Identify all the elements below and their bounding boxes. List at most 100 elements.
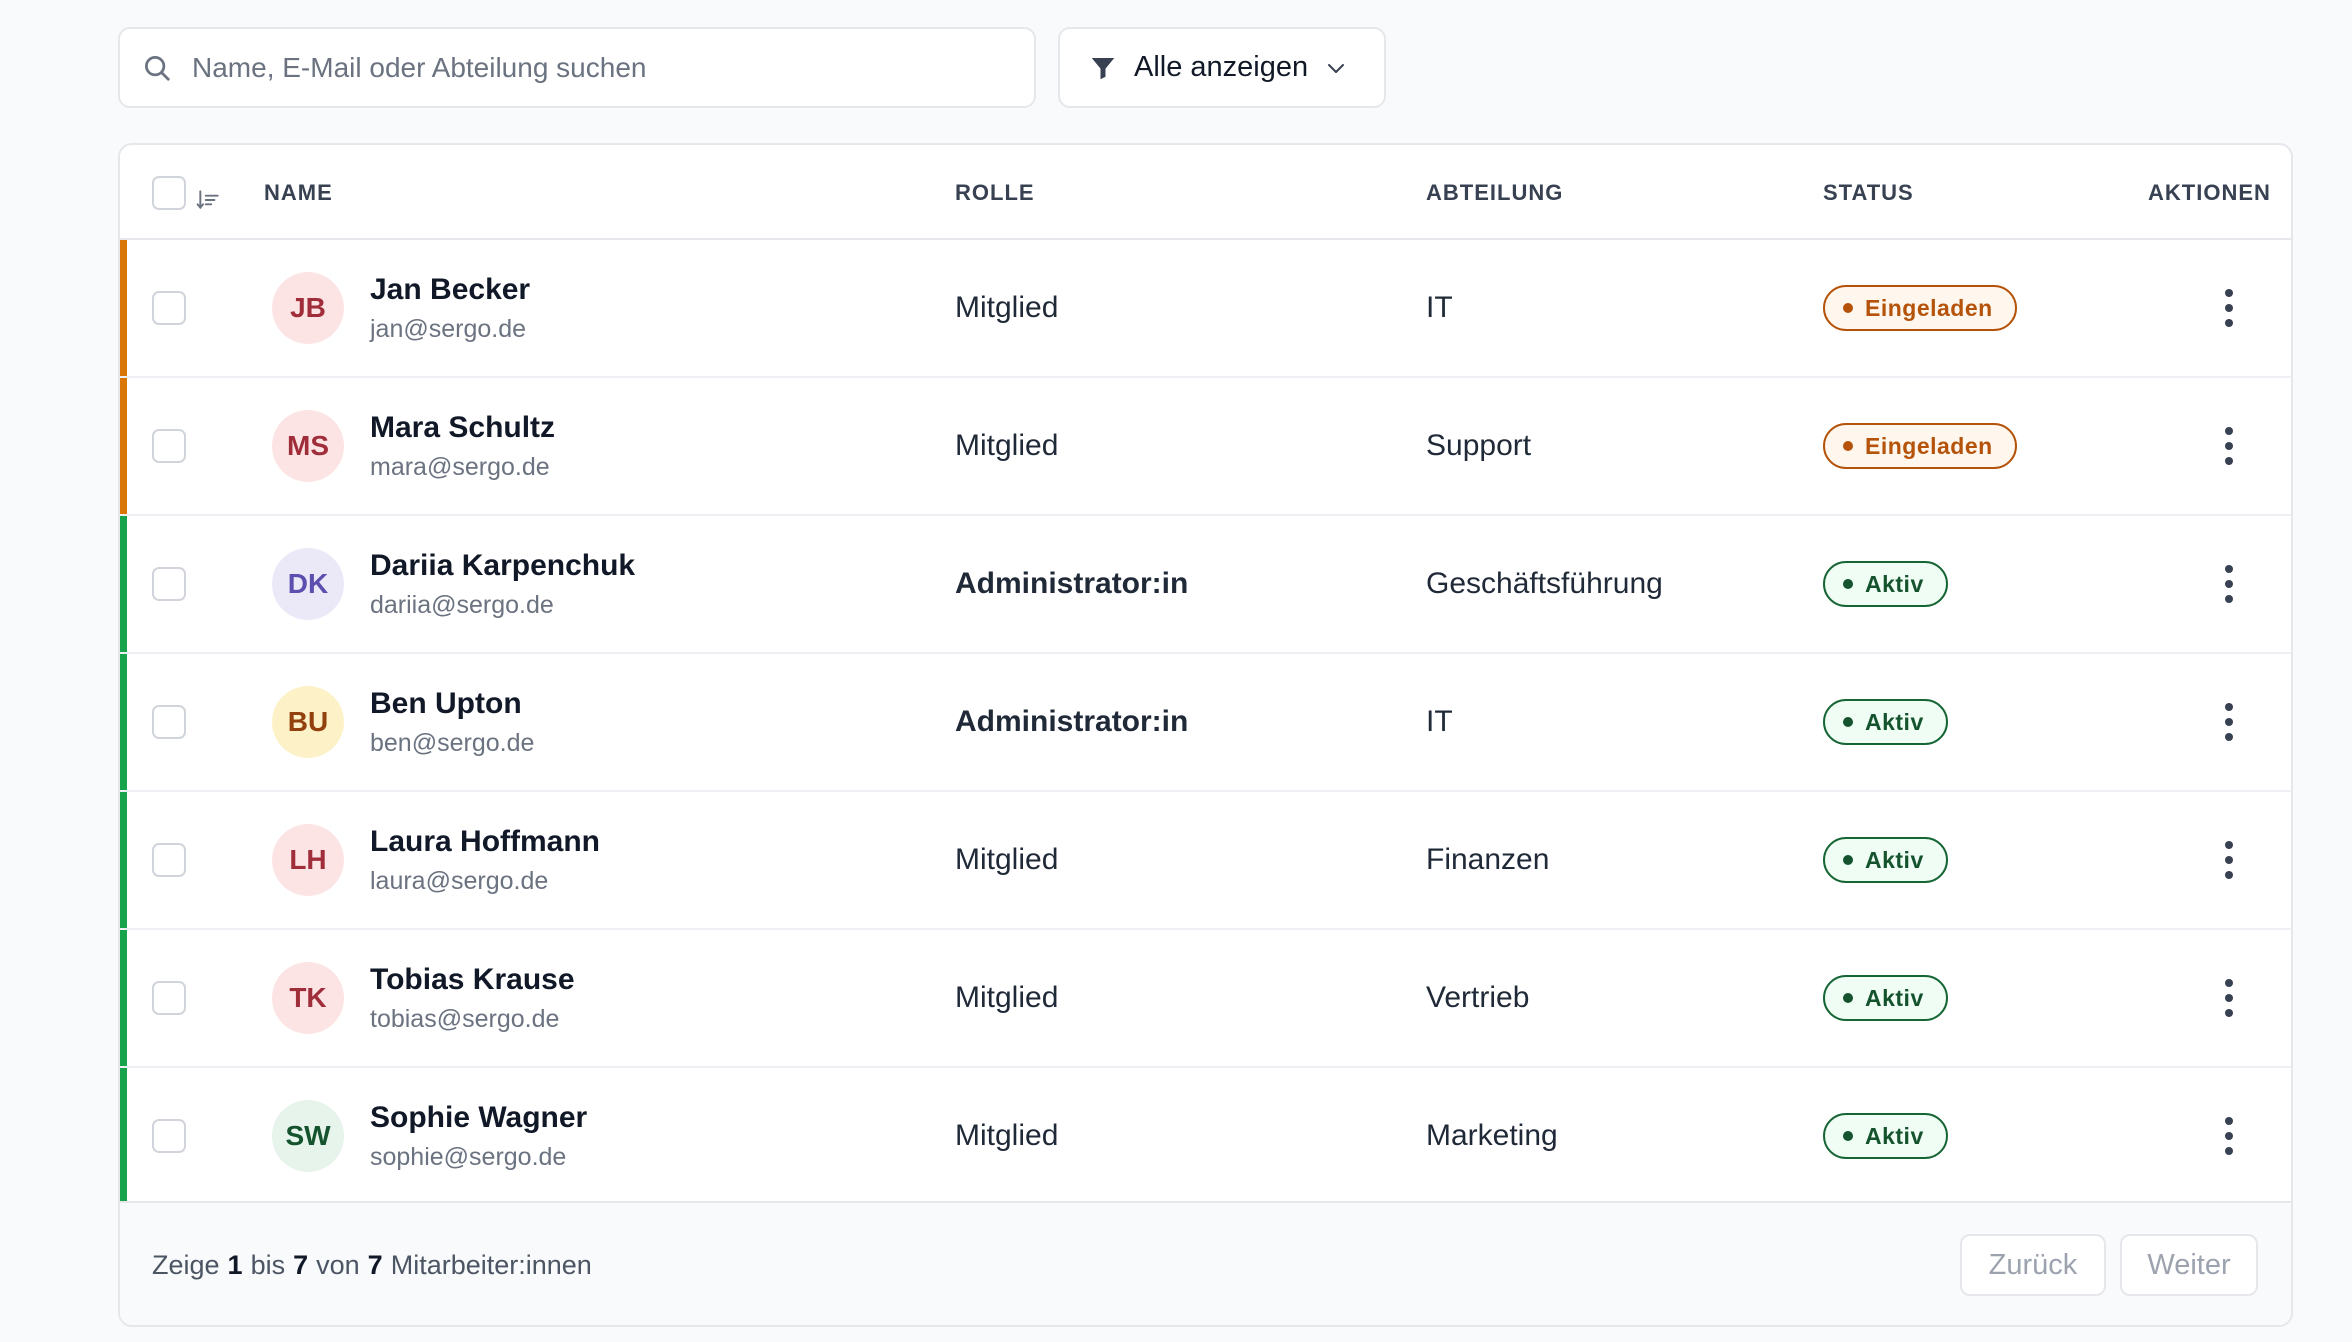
employee-role: Mitglied — [955, 1119, 1059, 1152]
employee-name: Sophie Wagner — [370, 1100, 588, 1134]
summary-to-word: bis — [250, 1249, 286, 1280]
row-checkbox[interactable] — [152, 705, 186, 739]
pagination-summary: Zeige 1 bis 7 von 7 Mitarbeiter:innen — [152, 1203, 592, 1325]
status-badge: Aktiv — [1823, 975, 1948, 1021]
employee-department: IT — [1426, 705, 1453, 738]
status-accent-bar — [120, 516, 127, 652]
avatar: DK — [272, 548, 344, 620]
select-all-checkbox[interactable] — [152, 175, 186, 210]
avatar: MS — [272, 410, 344, 482]
table-body: JB Jan Becker jan@sergo.de Mitglied IT E… — [120, 240, 2291, 1206]
filter-button[interactable]: Alle anzeigen — [1058, 27, 1386, 108]
row-checkbox[interactable] — [152, 291, 186, 325]
employee-name: Dariia Karpenchuk — [370, 548, 636, 582]
avatar: LH — [272, 824, 344, 896]
employee-email: laura@sergo.de — [370, 866, 549, 895]
sort-icon[interactable] — [196, 187, 222, 213]
status-accent-bar — [120, 378, 127, 514]
more-actions-icon[interactable] — [2209, 1106, 2249, 1166]
search-input[interactable] — [192, 51, 1012, 84]
filter-icon — [1091, 57, 1115, 79]
more-actions-icon[interactable] — [2209, 554, 2249, 614]
avatar: JB — [272, 272, 344, 344]
more-actions-icon[interactable] — [2209, 278, 2249, 338]
status-accent-bar — [120, 792, 127, 928]
header-status[interactable]: STATUS — [1823, 145, 1914, 240]
more-actions-icon[interactable] — [2209, 416, 2249, 476]
avatar: TK — [272, 962, 344, 1034]
header-role[interactable]: ROLLE — [955, 145, 1035, 240]
status-dot-icon — [1843, 579, 1853, 589]
table-header: NAME ROLLE ABTEILUNG STATUS AKTIONEN — [120, 145, 2291, 240]
employee-name: Jan Becker — [370, 272, 531, 306]
row-checkbox[interactable] — [152, 1119, 186, 1153]
employee-role: Administrator:in — [955, 705, 1189, 738]
employee-name: Laura Hoffmann — [370, 824, 601, 858]
table-row[interactable]: TK Tobias Krause tobias@sergo.de Mitglie… — [120, 930, 2291, 1068]
employee-role: Mitglied — [955, 429, 1059, 462]
select-all-cell — [152, 145, 222, 240]
employee-role: Administrator:in — [955, 567, 1189, 600]
status-badge: Aktiv — [1823, 1113, 1948, 1159]
table-row[interactable]: MS Mara Schultz mara@sergo.de Mitglied S… — [120, 378, 2291, 516]
employee-name: Tobias Krause — [370, 962, 575, 996]
employee-department: Support — [1426, 429, 1532, 462]
toolbar: Alle anzeigen — [118, 27, 1386, 108]
table-row[interactable]: DK Dariia Karpenchuk dariia@sergo.de Adm… — [120, 516, 2291, 654]
status-accent-bar — [120, 240, 127, 376]
more-actions-icon[interactable] — [2209, 692, 2249, 752]
employee-role: Mitglied — [955, 843, 1059, 876]
status-label: Aktiv — [1865, 708, 1924, 735]
employee-role: Mitglied — [955, 981, 1059, 1014]
avatar: BU — [272, 686, 344, 758]
status-label: Aktiv — [1865, 984, 1924, 1011]
employee-name: Ben Upton — [370, 686, 522, 720]
search-icon — [145, 55, 170, 81]
status-label: Eingeladen — [1865, 432, 1993, 459]
status-badge: Aktiv — [1823, 561, 1948, 607]
previous-page-button[interactable]: Zurück — [1960, 1234, 2106, 1296]
employee-email: sophie@sergo.de — [370, 1142, 567, 1171]
header-actions: AKTIONEN — [2148, 179, 2271, 205]
status-accent-bar — [120, 654, 127, 790]
status-label: Aktiv — [1865, 846, 1924, 873]
table-row[interactable]: SW Sophie Wagner sophie@sergo.de Mitglie… — [120, 1068, 2291, 1206]
status-dot-icon — [1843, 717, 1853, 727]
status-dot-icon — [1843, 303, 1853, 313]
summary-of-word: von — [316, 1249, 360, 1280]
status-dot-icon — [1843, 441, 1853, 451]
table-row[interactable]: JB Jan Becker jan@sergo.de Mitglied IT E… — [120, 240, 2291, 378]
header-department[interactable]: ABTEILUNG — [1426, 145, 1563, 240]
next-page-button[interactable]: Weiter — [2120, 1234, 2258, 1296]
status-badge: Aktiv — [1823, 699, 1948, 745]
status-dot-icon — [1843, 993, 1853, 1003]
search-box[interactable] — [118, 27, 1036, 108]
status-badge: Eingeladen — [1823, 285, 2017, 331]
employee-department: Finanzen — [1426, 843, 1550, 876]
row-checkbox[interactable] — [152, 567, 186, 601]
employee-email: mara@sergo.de — [370, 452, 550, 481]
employee-table: NAME ROLLE ABTEILUNG STATUS AKTIONEN JB … — [118, 143, 2293, 1327]
status-accent-bar — [120, 930, 127, 1066]
row-checkbox[interactable] — [152, 429, 186, 463]
table-row[interactable]: BU Ben Upton ben@sergo.de Administrator:… — [120, 654, 2291, 792]
status-dot-icon — [1843, 1131, 1853, 1141]
row-checkbox[interactable] — [152, 981, 186, 1015]
more-actions-icon[interactable] — [2209, 830, 2249, 890]
employee-department: Vertrieb — [1426, 981, 1530, 1014]
table-row[interactable]: LH Laura Hoffmann laura@sergo.de Mitglie… — [120, 792, 2291, 930]
summary-from: 1 — [227, 1249, 243, 1280]
header-name[interactable]: NAME — [264, 145, 333, 240]
employee-email: dariia@sergo.de — [370, 590, 554, 619]
status-label: Aktiv — [1865, 1122, 1924, 1149]
status-badge: Aktiv — [1823, 837, 1948, 883]
more-actions-icon[interactable] — [2209, 968, 2249, 1028]
row-checkbox[interactable] — [152, 843, 186, 877]
employee-email: ben@sergo.de — [370, 728, 535, 757]
summary-to: 7 — [293, 1249, 309, 1280]
filter-label: Alle anzeigen — [1134, 51, 1309, 83]
employee-department: IT — [1426, 291, 1453, 324]
table-footer: Zeige 1 bis 7 von 7 Mitarbeiter:innen Zu… — [120, 1201, 2291, 1325]
chevron-down-icon — [1328, 63, 1345, 73]
employee-email: jan@sergo.de — [370, 314, 527, 343]
